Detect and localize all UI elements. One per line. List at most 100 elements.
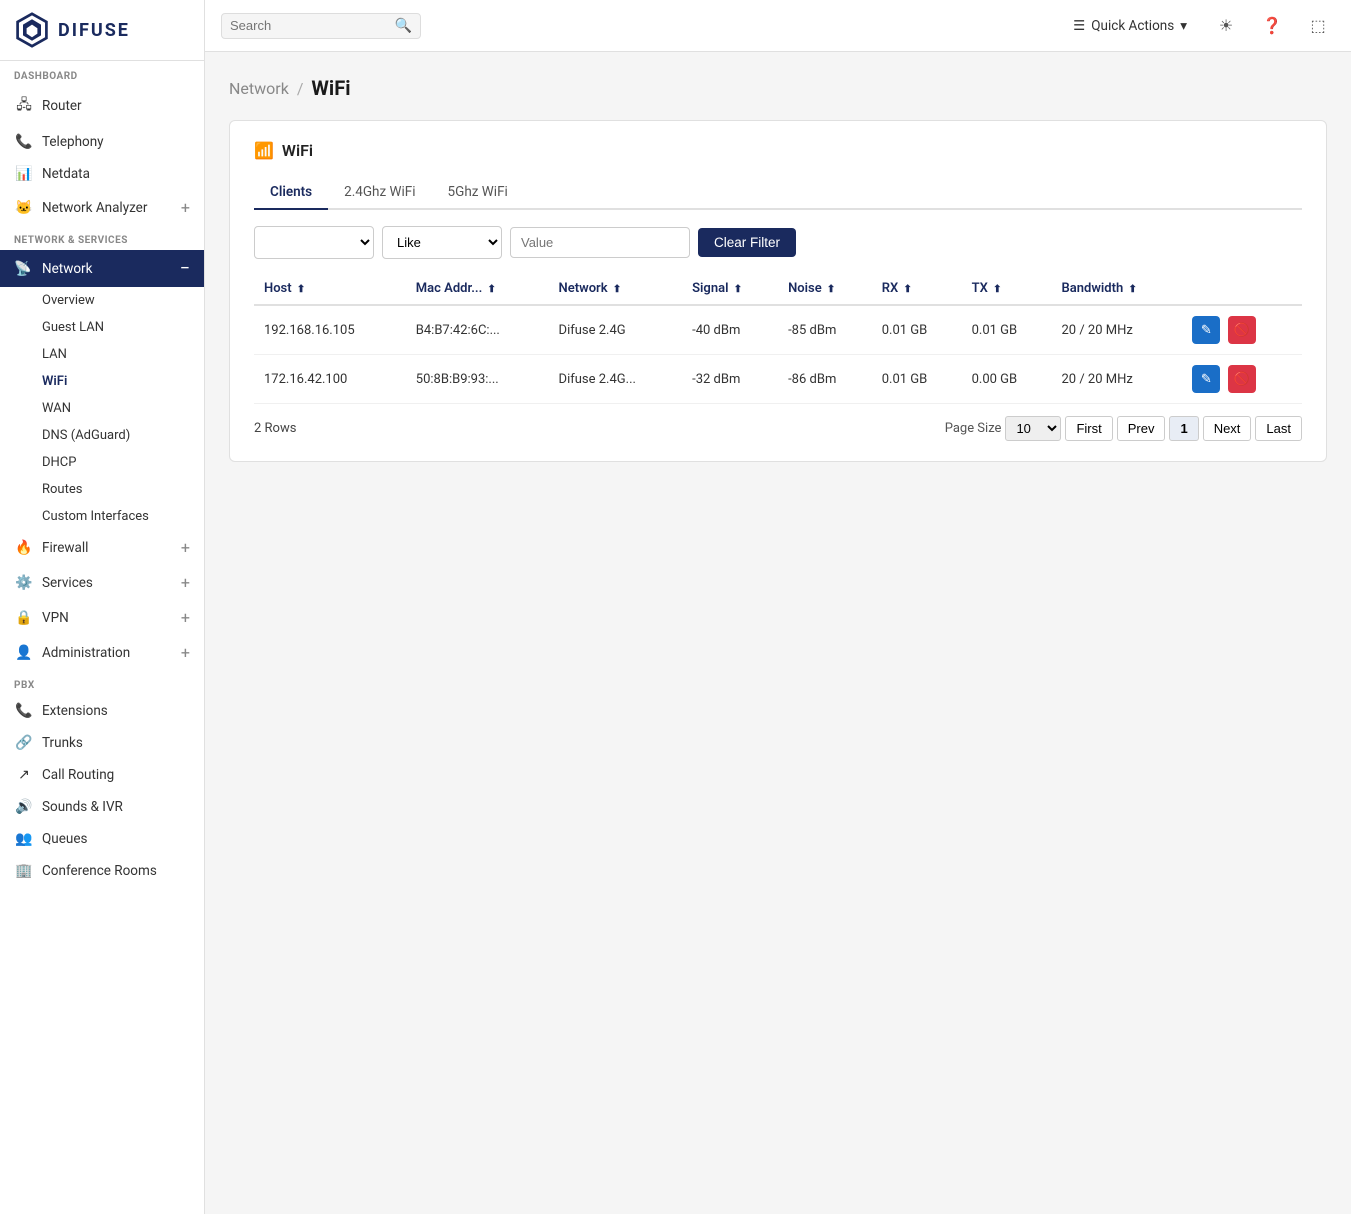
filter-condition-select[interactable]: Like Equals Contains Starts With [382,226,502,259]
logo-icon [14,12,50,48]
sidebar-item-extensions[interactable]: 📞 Extensions [0,695,204,727]
sidebar-item-queues[interactable]: 👥 Queues [0,823,204,855]
sidebar-sub-overview[interactable]: Overview [0,287,204,314]
sidebar-sub-custom-interfaces[interactable]: Custom Interfaces [0,503,204,530]
sidebar-item-sounds-ivr[interactable]: 🔊 Sounds & IVR [0,791,204,823]
search-input[interactable] [230,18,395,33]
wifi-icon: 📶 [254,141,274,160]
sidebar-item-firewall[interactable]: 🔥 Firewall + [0,530,204,565]
services-label: Services [42,575,93,591]
sidebar-item-call-routing[interactable]: ↗ Call Routing [0,759,204,791]
call-routing-icon: ↗ [14,767,34,783]
sidebar-item-services[interactable]: ⚙️ Services + [0,565,204,600]
wifi-card: 📶 WiFi Clients 2.4Ghz WiFi 5Ghz WiFi Hos… [229,120,1327,462]
vpn-icon: 🔒 [14,610,34,626]
clear-filter-button[interactable]: Clear Filter [698,228,796,257]
theme-toggle-button[interactable]: ☀ [1209,9,1243,43]
network-label: Network [42,261,92,277]
row-count: 2 Rows [254,421,296,436]
cell-rx: 0.01 GB [872,305,962,355]
quick-actions-button[interactable]: ☰ Quick Actions ▾ [1063,13,1197,39]
breadcrumb-current: WiFi [311,76,350,100]
pagination-last[interactable]: Last [1255,416,1302,441]
sidebar-sub-guest-lan[interactable]: Guest LAN [0,314,204,341]
cell-network: Difuse 2.4G... [549,355,683,404]
col-tx[interactable]: TX ⬆ [962,273,1052,305]
chevron-down-icon: ▾ [1180,18,1187,34]
sidebar-item-trunks[interactable]: 🔗 Trunks [0,727,204,759]
sounds-icon: 🔊 [14,799,34,815]
queues-label: Queues [42,831,87,847]
services-expand[interactable]: + [181,573,190,592]
filter-value-input[interactable] [510,227,690,258]
delete-button[interactable]: 🚫 [1228,365,1256,393]
sidebar-sub-wan[interactable]: WAN [0,395,204,422]
network-analyzer-expand[interactable]: + [181,198,190,217]
filter-row: Host Mac Address Network Signal Noise RX… [254,226,1302,259]
cell-tx: 0.00 GB [962,355,1052,404]
pagination-page-1[interactable]: 1 [1169,416,1198,441]
sidebar-item-label: Router [42,98,82,114]
sidebar-item-router[interactable]: 🖧 Router [0,86,204,126]
help-icon: ❓ [1262,16,1282,35]
tab-5ghz[interactable]: 5Ghz WiFi [432,176,524,210]
sidebar-item-label: Network Analyzer [42,200,147,216]
sidebar-sub-dhcp[interactable]: DHCP [0,449,204,476]
administration-icon: 👤 [14,645,34,661]
sidebar-sub-dns[interactable]: DNS (AdGuard) [0,422,204,449]
main-area: 🔍 ☰ Quick Actions ▾ ☀ ❓ ⬚ Network / WiFi… [205,0,1351,1214]
help-button[interactable]: ❓ [1255,9,1289,43]
sidebar-item-network[interactable]: 📡 Network − [0,250,204,287]
col-bandwidth[interactable]: Bandwidth ⬆ [1052,273,1183,305]
edit-button[interactable]: ✎ [1192,365,1220,393]
sidebar-sub-wifi[interactable]: WiFi [0,368,204,395]
col-host[interactable]: Host ⬆ [254,273,406,305]
sounds-label: Sounds & IVR [42,799,123,815]
network-analyzer-icon: 🐱 [14,200,34,216]
conference-icon: 🏢 [14,863,34,879]
breadcrumb-parent[interactable]: Network [229,79,289,98]
col-noise[interactable]: Noise ⬆ [778,273,872,305]
sidebar-item-administration[interactable]: 👤 Administration + [0,635,204,670]
sidebar-item-telephony[interactable]: 📞 Telephony [0,126,204,158]
sidebar-item-network-analyzer[interactable]: 🐱 Network Analyzer + [0,190,204,225]
filter-field-select[interactable]: Host Mac Address Network Signal Noise RX… [254,226,374,259]
col-actions [1182,273,1302,305]
extensions-label: Extensions [42,703,108,719]
pagination-next[interactable]: Next [1203,416,1252,441]
admin-expand[interactable]: + [181,643,190,662]
col-signal[interactable]: Signal ⬆ [682,273,778,305]
logout-button[interactable]: ⬚ [1301,9,1335,43]
search-icon[interactable]: 🔍 [395,18,412,34]
sidebar-sub-lan[interactable]: LAN [0,341,204,368]
edit-button[interactable]: ✎ [1192,316,1220,344]
queues-icon: 👥 [14,831,34,847]
sidebar-sub-routes[interactable]: Routes [0,476,204,503]
sidebar-item-conference-rooms[interactable]: 🏢 Conference Rooms [0,855,204,887]
sidebar-item-vpn[interactable]: 🔒 VPN + [0,600,204,635]
pagination-prev[interactable]: Prev [1117,416,1166,441]
tab-clients[interactable]: Clients [254,176,328,210]
vpn-expand[interactable]: + [181,608,190,627]
delete-button[interactable]: 🚫 [1228,316,1256,344]
firewall-expand[interactable]: + [181,538,190,557]
cell-bandwidth: 20 / 20 MHz [1052,305,1183,355]
cell-actions: ✎ 🚫 [1182,305,1302,355]
page-size-select[interactable]: 10 25 50 100 [1005,416,1061,441]
col-network[interactable]: Network ⬆ [549,273,683,305]
cell-mac: B4:B7:42:6C:... [406,305,549,355]
cell-host: 172.16.42.100 [254,355,406,404]
table-footer: 2 Rows Page Size 10 25 50 100 First Prev… [254,416,1302,441]
table-row: 172.16.42.100 50:8B:B9:93:... Difuse 2.4… [254,355,1302,404]
tabs: Clients 2.4Ghz WiFi 5Ghz WiFi [254,176,1302,210]
network-collapse[interactable]: − [180,258,190,279]
call-routing-label: Call Routing [42,767,114,783]
col-rx[interactable]: RX ⬆ [872,273,962,305]
col-mac[interactable]: Mac Addr... ⬆ [406,273,549,305]
trunks-label: Trunks [42,735,83,751]
topbar: 🔍 ☰ Quick Actions ▾ ☀ ❓ ⬚ [205,0,1351,52]
tab-24ghz[interactable]: 2.4Ghz WiFi [328,176,431,210]
telephony-icon: 📞 [14,134,34,150]
sidebar-item-netdata[interactable]: 📊 Netdata [0,158,204,190]
pagination-first[interactable]: First [1065,416,1112,441]
